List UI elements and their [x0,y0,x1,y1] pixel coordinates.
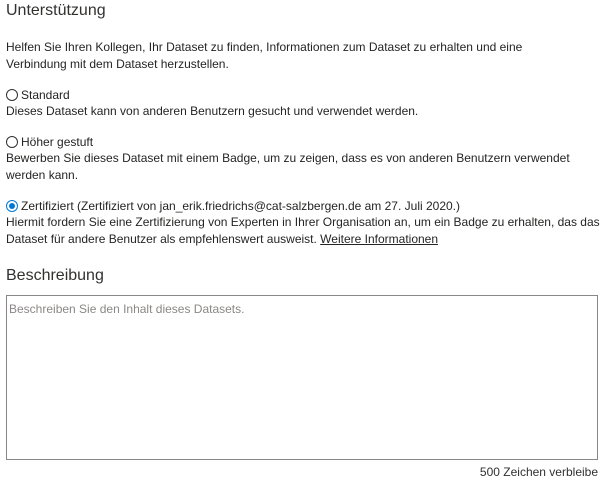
certified-label[interactable]: Zertifiziert (Zertifiziert von jan_erik.… [21,198,460,214]
certified-description-block: Hiermit fordern Sie eine Zertifizierung … [6,214,600,248]
standard-description: Dieses Dataset kann von anderen Benutzer… [6,104,419,118]
certified-radio[interactable] [6,200,18,212]
support-option-standard[interactable]: Standard Dieses Dataset kann von anderen… [6,87,600,120]
description-section-title: Beschreibung [6,267,104,284]
promoted-label[interactable]: Höher gestuft [21,134,93,150]
promoted-description: Bewerben Sie dieses Dataset mit einem Ba… [6,151,570,182]
standard-label[interactable]: Standard [21,87,70,103]
description-textarea[interactable] [6,295,598,460]
character-counter: 500 Zeichen verbleibe [479,465,598,479]
dataset-settings-page: Unterstützung Helfen Sie Ihren Kollegen,… [0,0,600,500]
certified-description: Hiermit fordern Sie eine Zertifizierung … [6,215,600,246]
support-section-title: Unterstützung [6,2,106,19]
more-info-link[interactable]: Weitere Informationen [320,232,438,246]
support-intro-text: Helfen Sie Ihren Kollegen, Ihr Dataset z… [6,40,523,71]
support-option-promoted[interactable]: Höher gestuft Bewerben Sie dieses Datase… [6,134,600,184]
standard-radio[interactable] [6,89,18,101]
promoted-radio[interactable] [6,136,18,148]
support-option-certified[interactable]: Zertifiziert (Zertifiziert von jan_erik.… [6,198,600,248]
